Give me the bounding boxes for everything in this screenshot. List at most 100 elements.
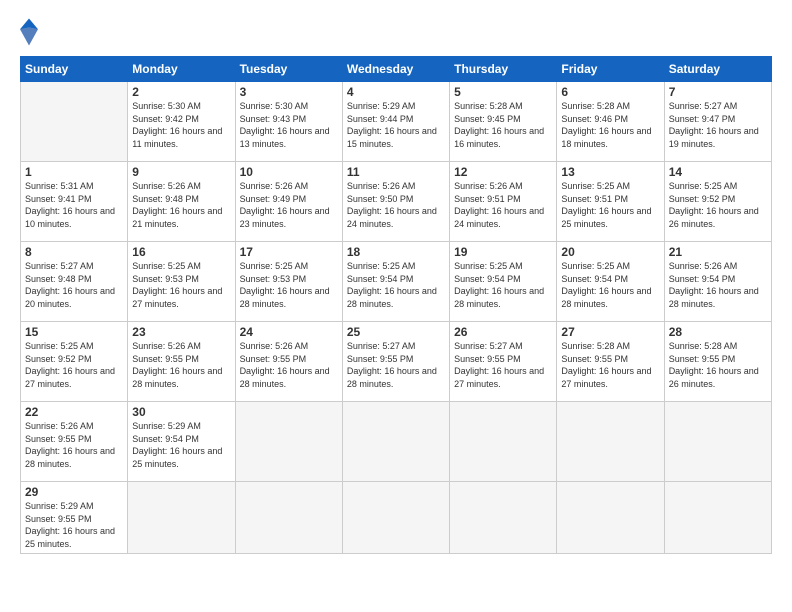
day-info: Sunrise: 5:25 AMSunset: 9:53 PMDaylight:… (132, 260, 230, 310)
day-info: Sunrise: 5:26 AMSunset: 9:50 PMDaylight:… (347, 180, 445, 230)
calendar-cell: 7Sunrise: 5:27 AMSunset: 9:47 PMDaylight… (664, 82, 771, 162)
header (20, 18, 772, 46)
day-number: 15 (25, 325, 123, 339)
calendar: Sunday Monday Tuesday Wednesday Thursday… (20, 56, 772, 554)
calendar-cell (21, 82, 128, 162)
calendar-cell: 28Sunrise: 5:28 AMSunset: 9:55 PMDayligh… (664, 322, 771, 402)
day-info: Sunrise: 5:26 AMSunset: 9:51 PMDaylight:… (454, 180, 552, 230)
day-number: 23 (132, 325, 230, 339)
day-number: 5 (454, 85, 552, 99)
calendar-cell (664, 482, 771, 554)
calendar-cell: 5Sunrise: 5:28 AMSunset: 9:45 PMDaylight… (450, 82, 557, 162)
calendar-week-row: 22Sunrise: 5:26 AMSunset: 9:55 PMDayligh… (21, 402, 772, 482)
day-number: 2 (132, 85, 230, 99)
day-info: Sunrise: 5:26 AMSunset: 9:55 PMDaylight:… (240, 340, 338, 390)
calendar-cell: 17Sunrise: 5:25 AMSunset: 9:53 PMDayligh… (235, 242, 342, 322)
day-info: Sunrise: 5:29 AMSunset: 9:54 PMDaylight:… (132, 420, 230, 470)
day-number: 13 (561, 165, 659, 179)
day-info: Sunrise: 5:25 AMSunset: 9:51 PMDaylight:… (561, 180, 659, 230)
col-sunday: Sunday (21, 57, 128, 82)
col-saturday: Saturday (664, 57, 771, 82)
day-info: Sunrise: 5:27 AMSunset: 9:55 PMDaylight:… (347, 340, 445, 390)
day-info: Sunrise: 5:27 AMSunset: 9:55 PMDaylight:… (454, 340, 552, 390)
day-info: Sunrise: 5:29 AMSunset: 9:44 PMDaylight:… (347, 100, 445, 150)
day-number: 29 (25, 485, 123, 499)
day-info: Sunrise: 5:30 AMSunset: 9:42 PMDaylight:… (132, 100, 230, 150)
calendar-cell: 18Sunrise: 5:25 AMSunset: 9:54 PMDayligh… (342, 242, 449, 322)
day-number: 10 (240, 165, 338, 179)
calendar-week-row: 8Sunrise: 5:27 AMSunset: 9:48 PMDaylight… (21, 242, 772, 322)
day-info: Sunrise: 5:28 AMSunset: 9:55 PMDaylight:… (669, 340, 767, 390)
calendar-cell (235, 482, 342, 554)
page: Sunday Monday Tuesday Wednesday Thursday… (0, 0, 792, 612)
day-info: Sunrise: 5:25 AMSunset: 9:53 PMDaylight:… (240, 260, 338, 310)
calendar-cell: 4Sunrise: 5:29 AMSunset: 9:44 PMDaylight… (342, 82, 449, 162)
calendar-week-row: 29Sunrise: 5:29 AMSunset: 9:55 PMDayligh… (21, 482, 772, 554)
day-number: 14 (669, 165, 767, 179)
day-info: Sunrise: 5:27 AMSunset: 9:48 PMDaylight:… (25, 260, 123, 310)
day-info: Sunrise: 5:26 AMSunset: 9:49 PMDaylight:… (240, 180, 338, 230)
day-number: 28 (669, 325, 767, 339)
day-info: Sunrise: 5:27 AMSunset: 9:47 PMDaylight:… (669, 100, 767, 150)
day-number: 8 (25, 245, 123, 259)
calendar-week-row: 2Sunrise: 5:30 AMSunset: 9:42 PMDaylight… (21, 82, 772, 162)
calendar-cell: 14Sunrise: 5:25 AMSunset: 9:52 PMDayligh… (664, 162, 771, 242)
calendar-cell (128, 482, 235, 554)
calendar-cell: 21Sunrise: 5:26 AMSunset: 9:54 PMDayligh… (664, 242, 771, 322)
calendar-cell (235, 402, 342, 482)
day-info: Sunrise: 5:28 AMSunset: 9:55 PMDaylight:… (561, 340, 659, 390)
day-info: Sunrise: 5:26 AMSunset: 9:54 PMDaylight:… (669, 260, 767, 310)
calendar-cell: 1Sunrise: 5:31 AMSunset: 9:41 PMDaylight… (21, 162, 128, 242)
calendar-header-row: Sunday Monday Tuesday Wednesday Thursday… (21, 57, 772, 82)
day-info: Sunrise: 5:28 AMSunset: 9:45 PMDaylight:… (454, 100, 552, 150)
day-number: 11 (347, 165, 445, 179)
calendar-cell: 6Sunrise: 5:28 AMSunset: 9:46 PMDaylight… (557, 82, 664, 162)
calendar-cell: 10Sunrise: 5:26 AMSunset: 9:49 PMDayligh… (235, 162, 342, 242)
day-number: 18 (347, 245, 445, 259)
day-number: 22 (25, 405, 123, 419)
calendar-cell (557, 482, 664, 554)
day-info: Sunrise: 5:31 AMSunset: 9:41 PMDaylight:… (25, 180, 123, 230)
calendar-cell: 29Sunrise: 5:29 AMSunset: 9:55 PMDayligh… (21, 482, 128, 554)
calendar-cell: 23Sunrise: 5:26 AMSunset: 9:55 PMDayligh… (128, 322, 235, 402)
day-info: Sunrise: 5:25 AMSunset: 9:52 PMDaylight:… (25, 340, 123, 390)
calendar-cell (450, 482, 557, 554)
day-number: 17 (240, 245, 338, 259)
day-number: 24 (240, 325, 338, 339)
calendar-cell (342, 482, 449, 554)
calendar-cell: 30Sunrise: 5:29 AMSunset: 9:54 PMDayligh… (128, 402, 235, 482)
calendar-cell: 20Sunrise: 5:25 AMSunset: 9:54 PMDayligh… (557, 242, 664, 322)
col-wednesday: Wednesday (342, 57, 449, 82)
day-number: 12 (454, 165, 552, 179)
calendar-cell: 16Sunrise: 5:25 AMSunset: 9:53 PMDayligh… (128, 242, 235, 322)
day-info: Sunrise: 5:28 AMSunset: 9:46 PMDaylight:… (561, 100, 659, 150)
day-info: Sunrise: 5:30 AMSunset: 9:43 PMDaylight:… (240, 100, 338, 150)
col-tuesday: Tuesday (235, 57, 342, 82)
calendar-cell: 27Sunrise: 5:28 AMSunset: 9:55 PMDayligh… (557, 322, 664, 402)
calendar-cell: 25Sunrise: 5:27 AMSunset: 9:55 PMDayligh… (342, 322, 449, 402)
day-number: 25 (347, 325, 445, 339)
calendar-cell: 11Sunrise: 5:26 AMSunset: 9:50 PMDayligh… (342, 162, 449, 242)
calendar-cell: 26Sunrise: 5:27 AMSunset: 9:55 PMDayligh… (450, 322, 557, 402)
day-info: Sunrise: 5:25 AMSunset: 9:54 PMDaylight:… (561, 260, 659, 310)
day-number: 26 (454, 325, 552, 339)
day-info: Sunrise: 5:29 AMSunset: 9:55 PMDaylight:… (25, 500, 123, 550)
calendar-cell (557, 402, 664, 482)
calendar-cell: 9Sunrise: 5:26 AMSunset: 9:48 PMDaylight… (128, 162, 235, 242)
day-info: Sunrise: 5:25 AMSunset: 9:54 PMDaylight:… (347, 260, 445, 310)
day-info: Sunrise: 5:26 AMSunset: 9:55 PMDaylight:… (25, 420, 123, 470)
calendar-cell: 12Sunrise: 5:26 AMSunset: 9:51 PMDayligh… (450, 162, 557, 242)
day-info: Sunrise: 5:25 AMSunset: 9:54 PMDaylight:… (454, 260, 552, 310)
col-friday: Friday (557, 57, 664, 82)
calendar-cell: 22Sunrise: 5:26 AMSunset: 9:55 PMDayligh… (21, 402, 128, 482)
day-number: 27 (561, 325, 659, 339)
calendar-cell (342, 402, 449, 482)
calendar-cell: 13Sunrise: 5:25 AMSunset: 9:51 PMDayligh… (557, 162, 664, 242)
calendar-cell: 2Sunrise: 5:30 AMSunset: 9:42 PMDaylight… (128, 82, 235, 162)
day-number: 9 (132, 165, 230, 179)
day-info: Sunrise: 5:26 AMSunset: 9:48 PMDaylight:… (132, 180, 230, 230)
calendar-cell: 15Sunrise: 5:25 AMSunset: 9:52 PMDayligh… (21, 322, 128, 402)
calendar-cell (450, 402, 557, 482)
calendar-cell: 24Sunrise: 5:26 AMSunset: 9:55 PMDayligh… (235, 322, 342, 402)
day-number: 6 (561, 85, 659, 99)
